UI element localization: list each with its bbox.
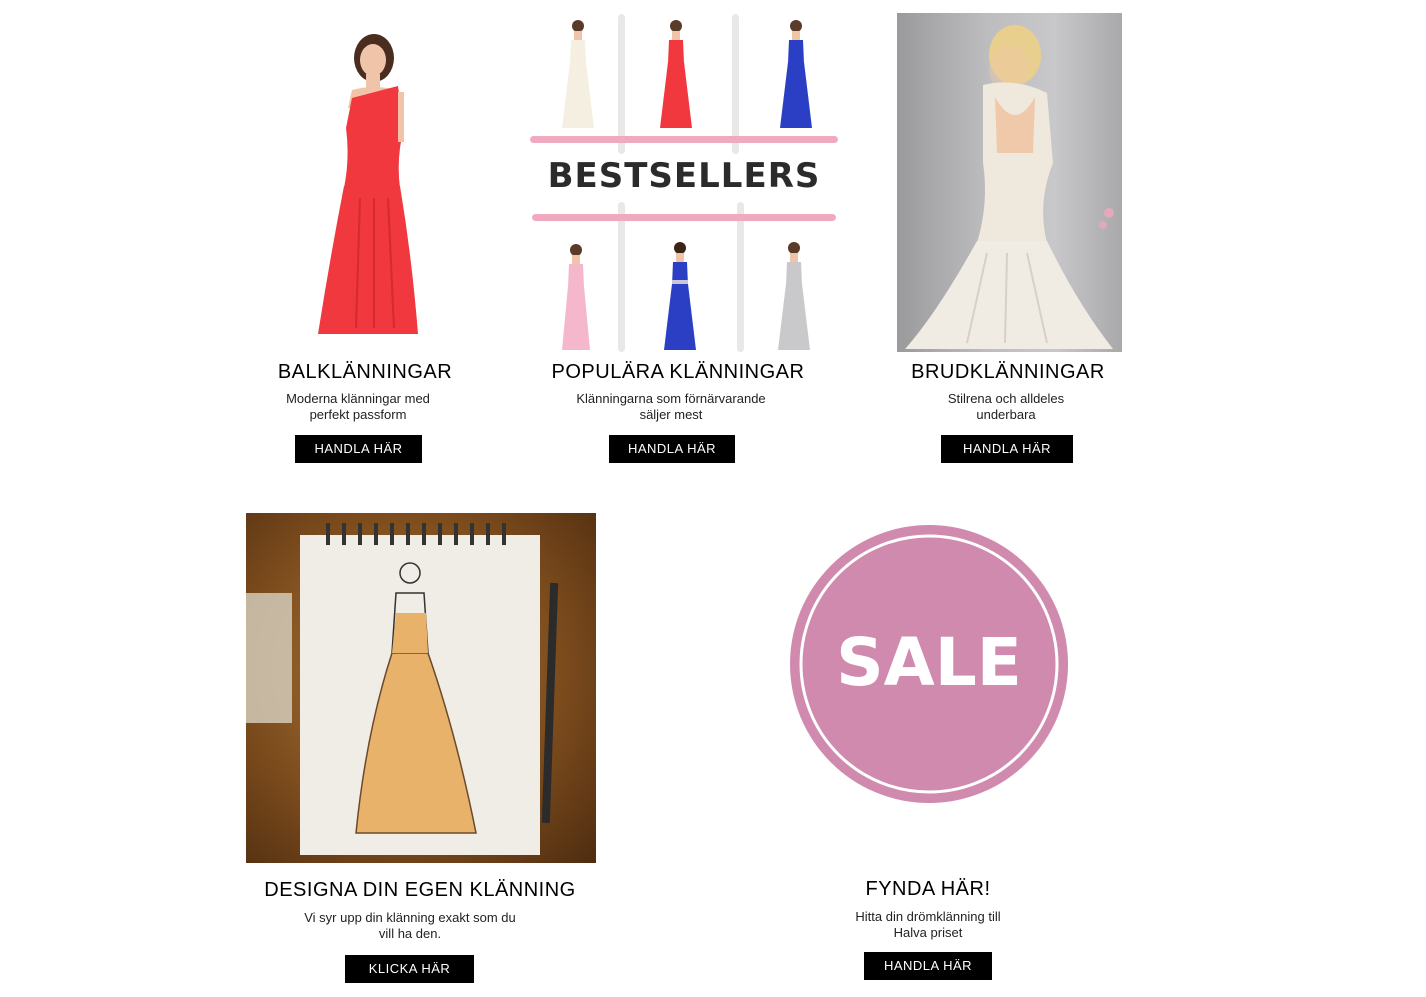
category-description: Stilrena och alldeles underbara — [947, 391, 1065, 422]
blue-gown-thumbnail[interactable] — [660, 240, 700, 352]
category-title: BALKLÄNNINGAR — [277, 361, 453, 383]
shop-wedding-dresses-button[interactable]: HANDLA HÄR — [941, 435, 1073, 463]
bestsellers-heading: BESTSELLERS — [547, 156, 821, 196]
shop-popular-dresses-button[interactable]: HANDLA HÄR — [609, 435, 735, 463]
category-description: Klänningarna som förnärvarande säljer mes… — [576, 391, 766, 422]
collage-divider — [618, 14, 625, 154]
collage-divider — [618, 202, 625, 352]
collage-pink-bar — [530, 136, 838, 143]
sale-badge[interactable]: SALE — [789, 524, 1069, 804]
category-title: POPULÄRA KLÄNNINGAR — [551, 361, 805, 383]
collage-divider — [737, 202, 744, 352]
design-title: DESIGNA DIN EGEN KLÄNNING — [264, 879, 576, 901]
category-description: Moderna klänningar med perfekt passform — [286, 391, 430, 422]
red-dress-thumbnail[interactable] — [656, 18, 696, 130]
design-sketch-image[interactable] — [246, 513, 596, 863]
shop-ball-gowns-button[interactable]: HANDLA HÄR — [295, 435, 422, 463]
design-description: Vi syr upp din klänning exakt som du vill… — [304, 910, 516, 941]
design-click-button[interactable]: KLICKA HÄR — [345, 955, 474, 983]
pink-dress-thumbnail[interactable] — [556, 242, 596, 352]
white-dress-thumbnail[interactable] — [558, 18, 598, 130]
silver-dress-thumbnail[interactable] — [774, 240, 814, 352]
sale-description: Hitta din drömklänning till Halva priset — [855, 909, 1001, 940]
collage-pink-bar — [532, 214, 836, 221]
bestsellers-collage[interactable]: BESTSELLERS — [528, 12, 840, 354]
blue-dress-thumbnail[interactable] — [776, 18, 816, 130]
collage-divider — [732, 14, 739, 154]
category-title: BRUDKLÄNNINGAR — [911, 361, 1105, 383]
sale-title: FYNDA HÄR! — [865, 878, 991, 900]
wedding-dress-image[interactable] — [897, 13, 1122, 352]
red-dress-image[interactable] — [300, 28, 440, 340]
sale-shop-button[interactable]: HANDLA HÄR — [864, 952, 992, 980]
sale-badge-text: SALE — [836, 624, 1022, 701]
